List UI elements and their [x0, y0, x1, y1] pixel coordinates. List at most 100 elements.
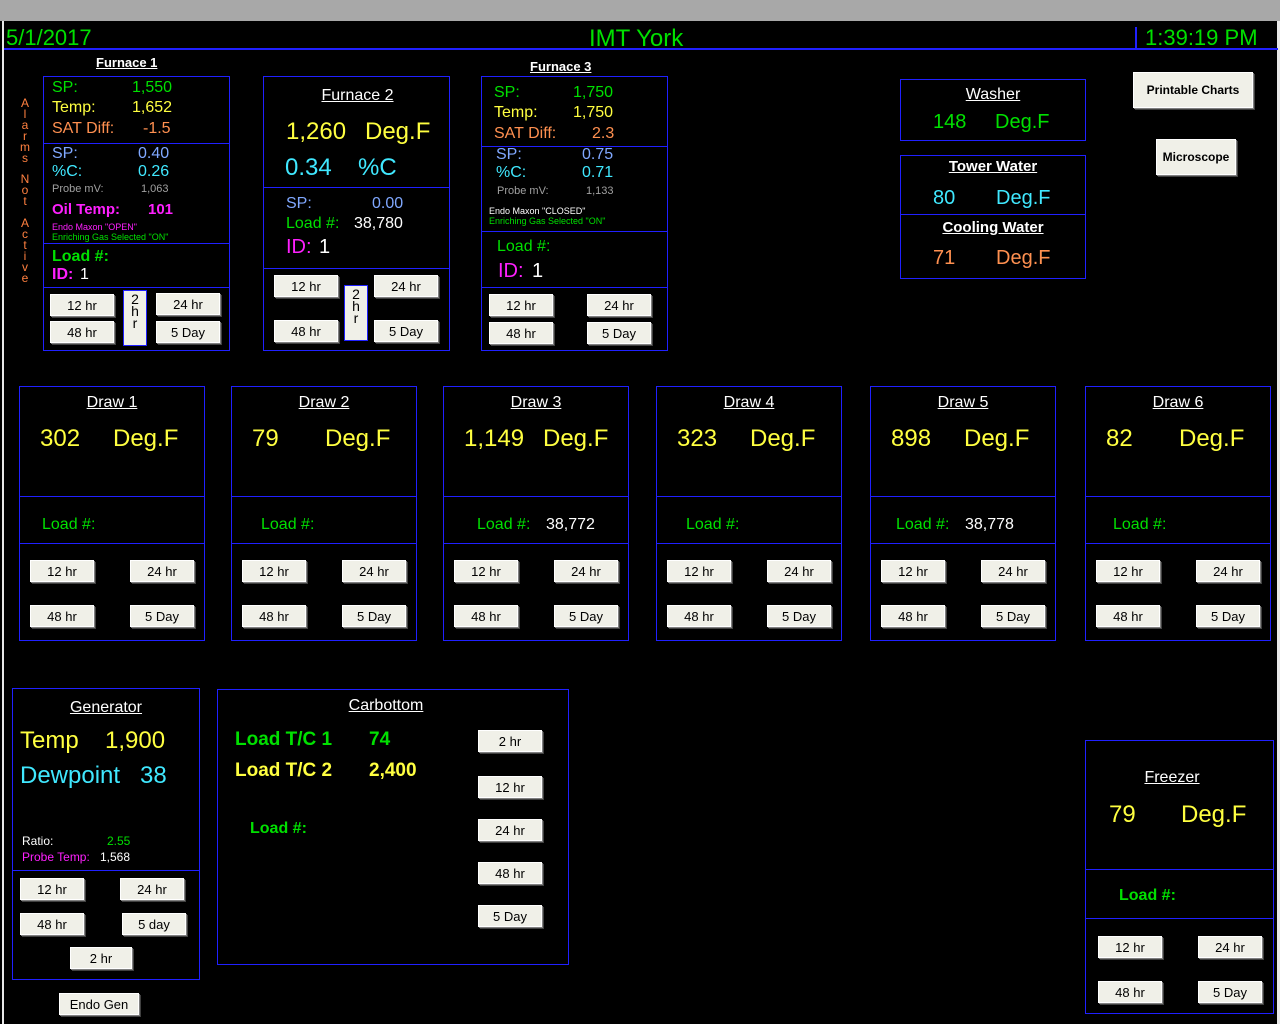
divider [264, 187, 449, 188]
carbottom-48hr-button[interactable]: 48 hr [478, 862, 542, 884]
freezer-12hr-button[interactable]: 12 hr [1098, 936, 1162, 958]
furnace1-id-label: ID: [52, 266, 74, 283]
furnace1-5day-button[interactable]: 5 Day [156, 321, 220, 343]
draw5-load: 38,778 [965, 516, 1014, 533]
draw3-5day-button[interactable]: 5 Day [554, 605, 618, 627]
draw2-24hr-button[interactable]: 24 hr [342, 560, 406, 582]
draw1-5day-button[interactable]: 5 Day [130, 605, 194, 627]
endo-gen-button[interactable]: Endo Gen [59, 993, 139, 1015]
draw6-24hr-button[interactable]: 24 hr [1196, 560, 1260, 582]
draw2-48hr-button[interactable]: 48 hr [242, 605, 306, 627]
washer-temp-unit: Deg.F [995, 111, 1050, 133]
generator-2hr-button[interactable]: 2 hr [70, 947, 132, 969]
draw4-temp: 323 [677, 425, 718, 452]
furnace1-endo-maxon: Endo Maxon "OPEN" [52, 222, 137, 232]
draw2-5day-button[interactable]: 5 Day [342, 605, 406, 627]
draw1-48hr-button[interactable]: 48 hr [30, 605, 94, 627]
furnace2-temp: 1,260 [286, 118, 347, 145]
draw3-panel: Draw 3 1,149 Deg.F Load #: 38,772 12 hr … [443, 386, 629, 641]
furnace2-carbon: 0.34 [285, 154, 332, 181]
furnace3-24hr-button[interactable]: 24 hr [587, 294, 651, 316]
freezer-5day-button[interactable]: 5 Day [1198, 981, 1262, 1003]
draw3-48hr-button[interactable]: 48 hr [454, 605, 518, 627]
draw4-24hr-button[interactable]: 24 hr [767, 560, 831, 582]
generator-title: Generator [69, 699, 143, 716]
furnace3-sat-diff-label: SAT Diff: [494, 125, 557, 142]
tower-water-title: Tower Water [948, 158, 1038, 175]
carbottom-12hr-button[interactable]: 12 hr [478, 776, 542, 798]
furnace2-24hr-button[interactable]: 24 hr [374, 275, 438, 297]
draw6-load-label: Load #: [1113, 516, 1167, 533]
printable-charts-button[interactable]: Printable Charts [1133, 72, 1253, 108]
furnace1-title: Furnace 1 [96, 55, 158, 70]
draw6-title: Draw 6 [1152, 394, 1204, 411]
carbottom-tc2-label: Load T/C 2 [235, 760, 333, 781]
header-time-divider [1135, 27, 1137, 48]
furnace2-title: Furnace 2 [321, 87, 394, 104]
furnace3-carbon-sp: 0.75 [582, 146, 614, 163]
microscope-button[interactable]: Microscope [1156, 139, 1236, 175]
furnace3-48hr-button[interactable]: 48 hr [489, 322, 553, 344]
divider [901, 214, 1085, 215]
draw1-12hr-button[interactable]: 12 hr [30, 560, 94, 582]
divider [657, 496, 841, 497]
furnace2-12hr-button[interactable]: 12 hr [274, 275, 338, 297]
draw3-12hr-button[interactable]: 12 hr [454, 560, 518, 582]
generator-48hr-button[interactable]: 48 hr [20, 913, 84, 935]
draw4-5day-button[interactable]: 5 Day [767, 605, 831, 627]
freezer-48hr-button[interactable]: 48 hr [1098, 981, 1162, 1003]
carbottom-5day-button[interactable]: 5 Day [478, 905, 542, 927]
draw5-5day-button[interactable]: 5 Day [981, 605, 1045, 627]
furnace1-load-label: Load #: [52, 248, 109, 265]
furnace1-2hr-button[interactable]: 2hr [123, 290, 147, 346]
draw5-24hr-button[interactable]: 24 hr [981, 560, 1045, 582]
generator-24hr-button[interactable]: 24 hr [120, 878, 184, 900]
furnace2-id-label: ID: [286, 236, 312, 258]
carbottom-24hr-button[interactable]: 24 hr [478, 819, 542, 841]
draw2-12hr-button[interactable]: 12 hr [242, 560, 306, 582]
draw6-48hr-button[interactable]: 48 hr [1096, 605, 1160, 627]
furnace1-temp-sp: 1,550 [132, 79, 173, 96]
draw4-48hr-button[interactable]: 48 hr [667, 605, 731, 627]
furnace1-24hr-button[interactable]: 24 hr [156, 293, 220, 315]
furnace2-load: 38,780 [354, 215, 403, 232]
divider [482, 231, 667, 232]
draw6-12hr-button[interactable]: 12 hr [1096, 560, 1160, 582]
furnace3-enriching-gas: Enriching Gas Selected "ON" [489, 216, 606, 226]
freezer-temp-unit: Deg.F [1181, 801, 1247, 828]
furnace2-5day-button[interactable]: 5 Day [374, 320, 438, 342]
furnace2-carbon-unit: %C [358, 154, 397, 181]
draw4-panel: Draw 4 323 Deg.F Load #: 12 hr 24 hr 48 … [656, 386, 842, 641]
freezer-load-label: Load #: [1119, 887, 1176, 904]
draw1-temp-unit: Deg.F [113, 425, 179, 452]
furnace1-carbon-sp: 0.40 [138, 145, 170, 162]
draw6-5day-button[interactable]: 5 Day [1196, 605, 1260, 627]
furnace2-2hr-button[interactable]: 2hr [344, 285, 368, 341]
divider [44, 287, 229, 288]
carbottom-2hr-button[interactable]: 2 hr [478, 730, 542, 752]
furnace2-48hr-button[interactable]: 48 hr [274, 320, 338, 342]
divider [444, 543, 628, 544]
draw4-12hr-button[interactable]: 12 hr [667, 560, 731, 582]
draw2-panel: Draw 2 79 Deg.F Load #: 12 hr 24 hr 48 h… [231, 386, 417, 641]
draw3-temp: 1,149 [464, 425, 525, 452]
furnace3-12hr-button[interactable]: 12 hr [489, 294, 553, 316]
draw3-24hr-button[interactable]: 24 hr [554, 560, 618, 582]
draw5-48hr-button[interactable]: 48 hr [881, 605, 945, 627]
draw4-load-label: Load #: [686, 516, 740, 533]
generator-12hr-button[interactable]: 12 hr [20, 878, 84, 900]
furnace1-12hr-button[interactable]: 12 hr [50, 294, 114, 316]
furnace1-48hr-button[interactable]: 48 hr [50, 321, 114, 343]
furnace3-5day-button[interactable]: 5 Day [587, 322, 651, 344]
furnace1-id: 1 [80, 266, 89, 283]
furnace2-sp-label: SP: [286, 195, 312, 212]
draw1-24hr-button[interactable]: 24 hr [130, 560, 194, 582]
furnace2-sp: 0.00 [372, 195, 404, 212]
draw5-12hr-button[interactable]: 12 hr [881, 560, 945, 582]
generator-5day-button[interactable]: 5 day [122, 913, 186, 935]
freezer-24hr-button[interactable]: 24 hr [1198, 936, 1262, 958]
draw6-panel: Draw 6 82 Deg.F Load #: 12 hr 24 hr 48 h… [1085, 386, 1271, 641]
divider [482, 287, 667, 288]
cooling-water-title: Cooling Water [942, 219, 1044, 236]
furnace1-probe-mv-label: Probe mV: [52, 183, 104, 195]
